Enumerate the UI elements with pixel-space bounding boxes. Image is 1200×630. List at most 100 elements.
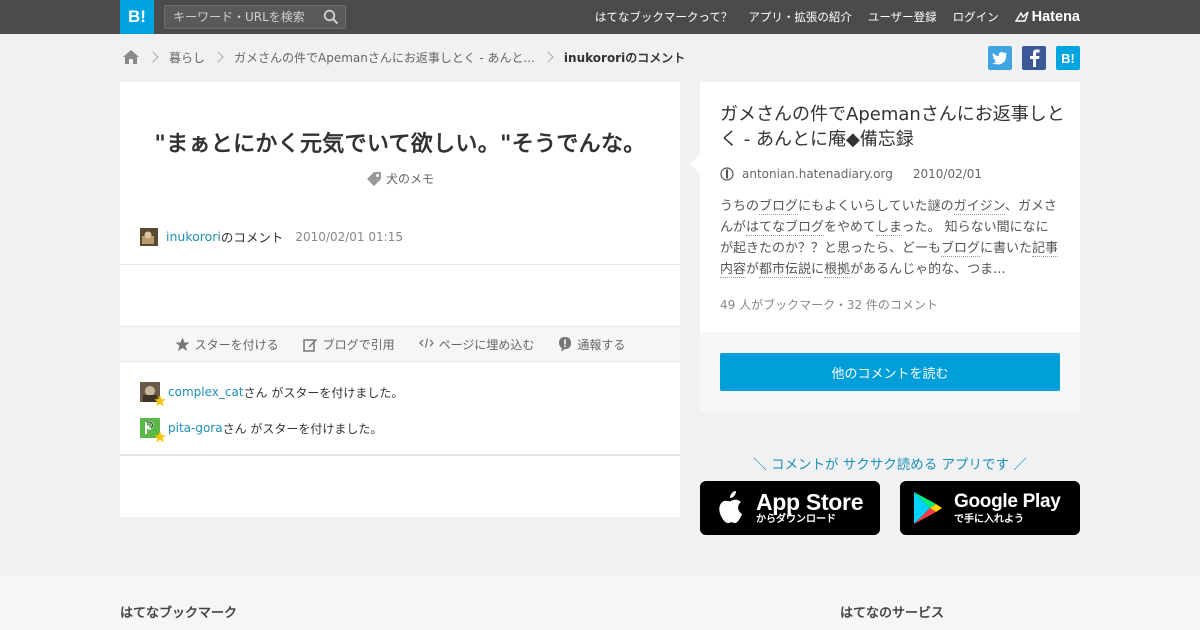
google-play-title: Google Play <box>954 491 1061 512</box>
card-pointer <box>690 154 700 174</box>
nav-login[interactable]: ログイン <box>953 9 999 25</box>
footer-heading-services: はてなのサービス <box>840 606 945 621</box>
star-list: complex_cat さん がスターを付けました。 pita-gora さん … <box>140 382 403 454</box>
entry-title[interactable]: ガメさんの件でApemanさんにお返事しとく - あんとに庵◆備忘録 <box>720 102 1065 152</box>
summary-text: をやめて <box>824 220 877 235</box>
star-text: さん がスターを付けました。 <box>222 421 383 436</box>
nav-register[interactable]: ユーザー登録 <box>868 9 937 25</box>
code-icon <box>418 338 434 348</box>
entry-domain[interactable]: antonian.hatenadiary.org <box>742 167 893 181</box>
entry-card-footer: 他のコメントを読む <box>700 332 1080 412</box>
apple-icon <box>719 491 742 524</box>
quote-in-blog-button[interactable]: ブログで引用 <box>302 336 395 353</box>
keyword-link[interactable]: はてなブログ <box>746 220 825 236</box>
breadcrumb-current: inukororiのコメント <box>563 50 686 65</box>
comment-username[interactable]: inukorori <box>166 229 221 244</box>
breadcrumb: 暮らし ガメさんの件でApemanさんにお返事しとく - あんと... inuk… <box>122 46 685 68</box>
app-store-title: App Store <box>756 489 864 515</box>
home-icon[interactable] <box>122 49 140 65</box>
summary-text: にもよくいらしていた謎の <box>798 199 954 214</box>
hatena-brand-label: Hatena <box>1031 9 1080 25</box>
comment-date[interactable]: 2010/02/01 01:15 <box>295 230 403 244</box>
star-icon <box>154 395 166 407</box>
nav-about[interactable]: はてなブックマークって？ <box>595 9 732 25</box>
avatar[interactable] <box>140 418 166 443</box>
avatar[interactable] <box>140 227 158 246</box>
tag-icon <box>366 171 381 186</box>
embed-button[interactable]: ページに埋め込む <box>418 336 535 353</box>
footer-heading-bookmark: はてなブックマーク <box>120 606 238 621</box>
chevron-right-icon <box>147 51 159 63</box>
search-input[interactable] <box>165 6 315 28</box>
search-box <box>164 5 346 29</box>
app-promo-text: ＼ コメントが サクサク読める アプリです ／ <box>753 457 1027 473</box>
star-username[interactable]: complex_cat <box>168 385 244 399</box>
avatar[interactable] <box>140 382 166 407</box>
comment-username-suffix: のコメント <box>220 230 284 245</box>
summary-text: に <box>811 262 825 277</box>
comment-tag[interactable]: 犬のメモ <box>120 170 680 187</box>
share-buttons: B! <box>988 46 1080 70</box>
embed-label: ページに埋め込む <box>438 337 535 352</box>
quote-in-blog-label: ブログで引用 <box>322 337 395 352</box>
keyword-link[interactable]: 都市伝説 <box>759 262 812 278</box>
star-username[interactable]: pita-gora <box>168 421 223 435</box>
add-star-button[interactable]: スターを付ける <box>175 336 279 353</box>
google-play-subtitle: で手に入れよう <box>954 514 1024 525</box>
comment-author-row: inukorori のコメント 2010/02/01 01:15 <box>140 227 403 246</box>
google-play-icon <box>914 492 942 524</box>
header-nav: はてなブックマークって？ アプリ・拡張の紹介 ユーザー登録 ログイン Haten… <box>595 0 1080 34</box>
keyword-link[interactable]: ガイジン <box>953 199 1005 215</box>
twitter-share-button[interactable] <box>988 46 1012 70</box>
hatena-brand-link[interactable]: Hatena <box>1014 9 1080 25</box>
keyword-link[interactable]: しま <box>876 220 902 236</box>
summary-text: うちの <box>720 199 760 214</box>
report-button[interactable]: 通報する <box>558 336 625 353</box>
summary-text: が <box>746 262 760 277</box>
search-icon[interactable] <box>323 9 339 25</box>
entry-summary: うちのブログにもよくいらしていた謎のガイジン、ガメさんがはてなブログをやめてしま… <box>720 196 1060 280</box>
nav-apps[interactable]: アプリ・拡張の紹介 <box>748 9 852 25</box>
favicon-icon <box>720 167 734 181</box>
summary-text: があるんじゃ的な、つま... <box>850 262 1006 277</box>
app-store-badge[interactable]: App Store からダウンロード <box>700 481 880 535</box>
entry-date: 2010/02/01 <box>912 167 983 181</box>
edit-icon <box>302 338 317 352</box>
comment-action-bar: スターを付ける ブログで引用 ページに埋め込む 通報する <box>120 326 680 362</box>
chevron-right-icon <box>212 51 224 63</box>
read-more-comments-button[interactable]: 他のコメントを読む <box>720 353 1060 391</box>
star-icon <box>175 337 190 351</box>
entry-meta: antonian.hatenadiary.org 2010/02/01 <box>720 167 982 181</box>
report-label: 通報する <box>577 337 626 352</box>
twitter-icon <box>992 52 1007 65</box>
hatena-share-button[interactable]: B! <box>1056 46 1080 70</box>
hatena-wing-icon <box>1014 11 1029 22</box>
divider <box>120 264 680 265</box>
summary-text: に書いた <box>980 241 1033 256</box>
divider <box>120 454 680 456</box>
comment-card: "まぁとにかく元気でいて欲しい。"そうでんな。 犬のメモ inukorori の… <box>120 82 680 517</box>
add-star-label: スターを付ける <box>194 337 279 352</box>
alert-icon <box>559 337 572 352</box>
entry-stats[interactable]: 49 人がブックマーク・32 件のコメント <box>720 296 938 313</box>
keyword-link[interactable]: 根拠 <box>824 262 851 278</box>
entry-card: ガメさんの件でApemanさんにお返事しとく - あんとに庵◆備忘録 anton… <box>690 82 1080 412</box>
footer: はてなブックマーク はてなのサービス <box>0 576 1200 630</box>
top-navigation-bar: B! はてなブックマークって？ アプリ・拡張の紹介 ユーザー登録 ログイン Ha… <box>0 0 1200 34</box>
facebook-share-button[interactable] <box>1022 46 1046 70</box>
breadcrumb-entry[interactable]: ガメさんの件でApemanさんにお返事しとく - あんと... <box>234 49 535 66</box>
star-text: さん がスターを付けました。 <box>243 385 404 400</box>
google-play-badge[interactable]: Google Play で手に入れよう <box>900 481 1080 535</box>
star-list-item: complex_cat さん がスターを付けました。 <box>140 382 404 407</box>
star-list-item: pita-gora さん がスターを付けました。 <box>140 418 403 443</box>
star-icon <box>154 431 166 443</box>
app-store-subtitle: からダウンロード <box>756 514 836 525</box>
breadcrumb-category[interactable]: 暮らし <box>169 49 205 66</box>
comment-text: "まぁとにかく元気でいて欲しい。"そうでんな。 <box>154 132 646 157</box>
chevron-right-icon <box>542 51 554 63</box>
facebook-icon <box>1030 49 1040 67</box>
hatena-bookmark-logo[interactable]: B! <box>120 0 154 34</box>
keyword-link[interactable]: ブログ <box>759 199 799 215</box>
keyword-link[interactable]: ブログ <box>941 241 981 257</box>
tag-label: 犬のメモ <box>385 172 434 186</box>
